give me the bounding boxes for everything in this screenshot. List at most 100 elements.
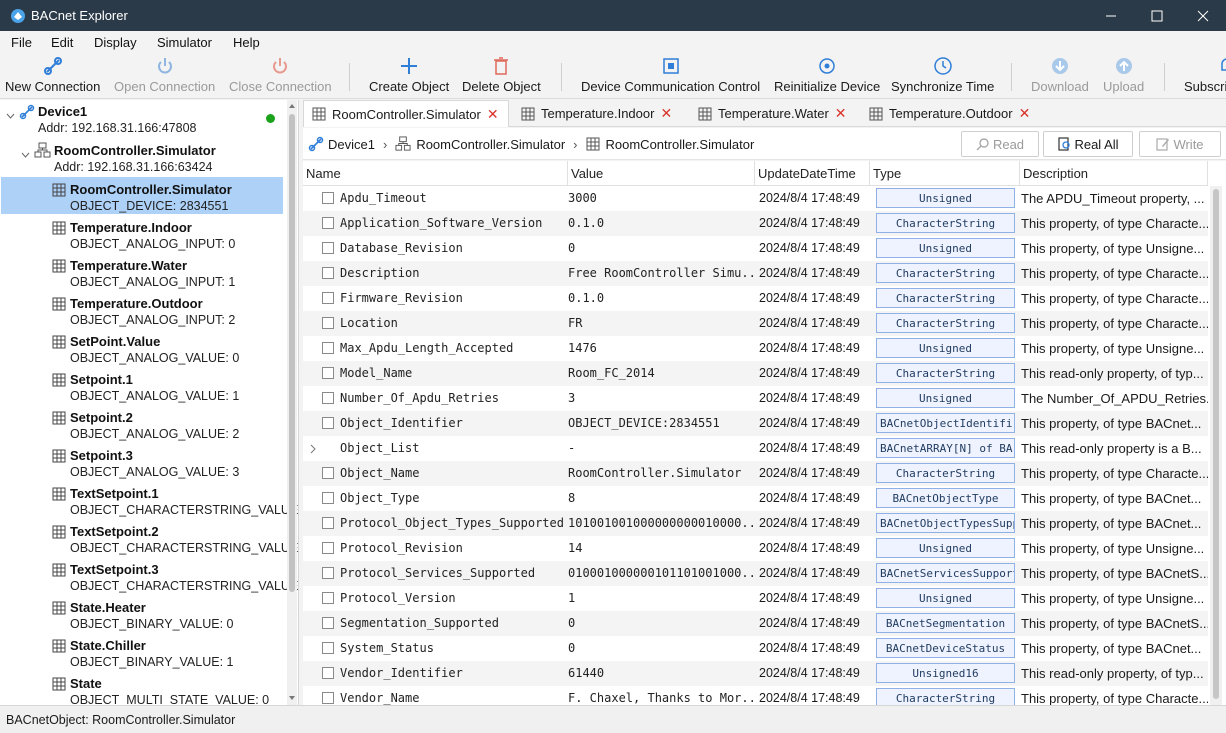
new-connection-button[interactable]: New Connection	[5, 53, 100, 99]
upload-button[interactable]: Upload	[1103, 53, 1144, 99]
menu-display[interactable]: Display	[94, 35, 137, 50]
row-checkbox[interactable]	[322, 242, 334, 254]
tab-close-icon[interactable]: ✕	[660, 105, 672, 122]
create-object-button[interactable]: Create Object	[369, 53, 449, 99]
subscribe-button[interactable]: Subscri	[1184, 53, 1226, 99]
maximize-button[interactable]	[1134, 0, 1180, 31]
sidebar-scroll-thumb[interactable]	[289, 114, 295, 592]
row-checkbox[interactable]	[322, 292, 334, 304]
table-row[interactable]: Model_Name Room_FC_2014 2024/8/4 17:48:49 C…	[303, 361, 1208, 386]
delete-object-button[interactable]: Delete Object	[462, 53, 541, 99]
menu-file[interactable]: File	[11, 35, 32, 50]
menu-help[interactable]: Help	[233, 35, 260, 50]
open-connection-button[interactable]: Open Connection	[114, 53, 215, 99]
menu-edit[interactable]: Edit	[51, 35, 73, 50]
toolbar-separator	[1011, 63, 1012, 91]
table-row[interactable]: Object_Identifier OBJECT_DEVICE:2834551 20…	[303, 411, 1208, 436]
row-checkbox[interactable]	[322, 267, 334, 279]
table-row[interactable]: Database_Revision 0 2024/8/4 17:48:49 Unsig…	[303, 236, 1208, 261]
breadcrumb-controller[interactable]: RoomController.Simulator	[416, 137, 565, 152]
row-checkbox[interactable]	[322, 542, 334, 554]
table-row[interactable]: Description Free RoomController Simu... 20…	[303, 261, 1208, 286]
table-row[interactable]: Object_Name RoomController.Simulator 2024/…	[303, 461, 1208, 486]
tab-roomcontroller-simulator[interactable]: RoomController.Simulator ✕	[303, 100, 509, 127]
tab-close-icon[interactable]: ✕	[835, 105, 847, 122]
table-row[interactable]: Object_List - 2024/8/4 17:48:49 BACnetARRAY…	[303, 436, 1208, 461]
table-row[interactable]: Protocol_Services_Supported 0100010000001…	[303, 561, 1208, 586]
status-bar: BACnetObject: RoomController.Simulator	[0, 705, 1226, 733]
property-updated: 2024/8/4 17:48:49	[759, 591, 860, 605]
row-checkbox[interactable]	[322, 217, 334, 229]
table-row[interactable]: Protocol_Version 1 2024/8/4 17:48:49 Unsign…	[303, 586, 1208, 611]
grid-scroll-thumb[interactable]	[1213, 189, 1219, 699]
tab-bar: RoomController.Simulator ✕ Temperature.Ind…	[303, 100, 1226, 127]
row-checkbox[interactable]	[322, 617, 334, 629]
table-row[interactable]: Protocol_Object_Types_Supported 101001001…	[303, 511, 1208, 536]
object-type: OBJECT_CHARACTERSTRING_VALUE:	[70, 541, 299, 555]
close-button[interactable]	[1180, 0, 1226, 31]
row-checkbox[interactable]	[322, 567, 334, 579]
maximize-icon	[1151, 10, 1163, 21]
chevron-right-icon[interactable]	[309, 444, 317, 454]
object-type: OBJECT_ANALOG_VALUE: 3	[70, 465, 240, 479]
close-connection-button[interactable]: Close Connection	[229, 53, 332, 99]
tab-close-icon[interactable]: ✕	[1019, 105, 1031, 122]
row-checkbox[interactable]	[322, 367, 334, 379]
download-button[interactable]: Download	[1031, 53, 1089, 99]
property-value: 1	[568, 591, 576, 605]
row-checkbox[interactable]	[322, 192, 334, 204]
row-checkbox[interactable]	[322, 417, 334, 429]
tab-temperature-water[interactable]: Temperature.Water ✕	[690, 100, 857, 127]
table-row[interactable]: Number_Of_Apdu_Retries 3 2024/8/4 17:48:49…	[303, 386, 1208, 411]
object-name: State.Chiller	[70, 638, 146, 653]
sidebar-scrollbar[interactable]	[287, 100, 297, 705]
row-checkbox[interactable]	[322, 642, 334, 654]
table-row[interactable]: Protocol_Revision 14 2024/8/4 17:48:49 Unsi…	[303, 536, 1208, 561]
property-name: Object_Identifier	[340, 416, 463, 430]
row-checkbox[interactable]	[322, 592, 334, 604]
tab-temperature-indoor[interactable]: Temperature.Indoor ✕	[513, 100, 685, 127]
table-row[interactable]: Vendor_Name F. Chaxel, Thanks to Mor... 20…	[303, 686, 1208, 705]
column-header-name[interactable]: Name	[303, 161, 568, 186]
synchronize-time-button[interactable]: Synchronize Time	[891, 53, 994, 99]
property-description: This property, of type BACnet...	[1021, 641, 1202, 656]
table-row[interactable]: Object_Type 8 2024/8/4 17:48:49 BACnetObjec…	[303, 486, 1208, 511]
read-all-button[interactable]: Real All	[1043, 131, 1133, 157]
read-button[interactable]: Read	[961, 131, 1039, 157]
row-checkbox[interactable]	[322, 467, 334, 479]
breadcrumb-device[interactable]: Device1	[328, 137, 375, 152]
table-row[interactable]: Firmware_Revision 0.1.0 2024/8/4 17:48:49 C…	[303, 286, 1208, 311]
menu-simulator[interactable]: Simulator	[157, 35, 212, 50]
breadcrumb-object[interactable]: RoomController.Simulator	[606, 137, 755, 152]
grid-scrollbar[interactable]	[1210, 186, 1222, 705]
row-checkbox[interactable]	[322, 692, 334, 704]
row-checkbox[interactable]	[322, 667, 334, 679]
table-row[interactable]: Application_Software_Version 0.1.0 2024/8/…	[303, 211, 1208, 236]
device-tree[interactable]: Device1 Addr: 192.168.31.166:47808 RoomC…	[0, 100, 299, 705]
row-checkbox[interactable]	[322, 317, 334, 329]
property-updated: 2024/8/4 17:48:49	[759, 641, 860, 655]
reinitialize-device-button[interactable]: Reinitialize Device	[774, 53, 880, 99]
row-checkbox[interactable]	[322, 517, 334, 529]
tab-temperature-outdoor[interactable]: Temperature.Outdoor ✕	[861, 100, 1031, 127]
write-button[interactable]: Write	[1139, 131, 1221, 157]
table-row[interactable]: Vendor_Identifier 61440 2024/8/4 17:48:49 U…	[303, 661, 1208, 686]
tab-close-icon[interactable]: ✕	[487, 106, 499, 123]
column-header-type[interactable]: Type	[870, 161, 1020, 186]
property-updated: 2024/8/4 17:48:49	[759, 566, 860, 580]
row-checkbox[interactable]	[322, 342, 334, 354]
table-row[interactable]: Segmentation_Supported 0 2024/8/4 17:48:49…	[303, 611, 1208, 636]
device-address: Addr: 192.168.31.166:47808	[38, 121, 197, 135]
row-checkbox[interactable]	[322, 492, 334, 504]
minimize-button[interactable]	[1088, 0, 1134, 31]
property-grid: Name Value UpdateDateTime Type Descripti…	[303, 161, 1226, 705]
device-communication-control-button[interactable]: Device Communication Control	[581, 53, 760, 99]
table-row[interactable]: Apdu_Timeout 3000 2024/8/4 17:48:49 Unsigne…	[303, 186, 1208, 211]
table-row[interactable]: Max_Apdu_Length_Accepted 1476 2024/8/4 17:…	[303, 336, 1208, 361]
row-checkbox[interactable]	[322, 392, 334, 404]
column-header-updatedatetime[interactable]: UpdateDateTime	[755, 161, 870, 186]
table-row[interactable]: System_Status 0 2024/8/4 17:48:49 BACnetDev…	[303, 636, 1208, 661]
column-header-description[interactable]: Description	[1020, 161, 1208, 186]
column-header-value[interactable]: Value	[568, 161, 755, 186]
table-row[interactable]: Location FR 2024/8/4 17:48:49 CharacterStri…	[303, 311, 1208, 336]
